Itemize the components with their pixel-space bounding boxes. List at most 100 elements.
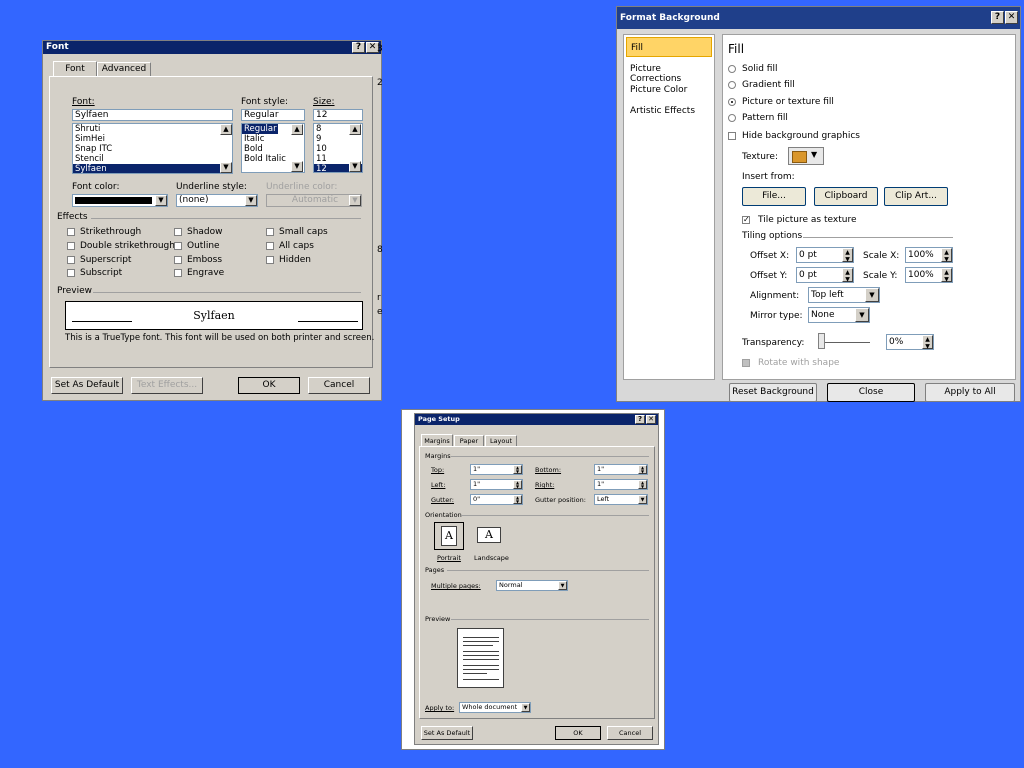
scroll-up-icon[interactable]: ▲ bbox=[349, 124, 361, 135]
list-item[interactable]: 10 bbox=[314, 144, 362, 154]
clip-art-button[interactable]: Clip Art... bbox=[884, 187, 948, 206]
top-spinner[interactable]: ▲ ▼ bbox=[513, 465, 522, 474]
hide-graphics-checkbox[interactable] bbox=[728, 132, 736, 140]
clipboard-button[interactable]: Clipboard bbox=[814, 187, 878, 206]
tab-font[interactable]: Font bbox=[53, 61, 97, 77]
font-name-input[interactable]: Sylfaen bbox=[72, 109, 233, 121]
list-item[interactable]: SimHei bbox=[73, 134, 232, 144]
tab-advanced[interactable]: Advanced bbox=[97, 62, 151, 76]
tab-paper[interactable]: Paper bbox=[454, 435, 484, 446]
gradient-fill-radio[interactable] bbox=[728, 81, 736, 89]
transparency-slider-thumb[interactable] bbox=[818, 333, 825, 349]
font-color-label: Font color: bbox=[72, 182, 120, 192]
right-spinner[interactable]: ▲ ▼ bbox=[638, 480, 647, 489]
emboss-checkbox[interactable] bbox=[174, 256, 182, 264]
subscript-checkbox[interactable] bbox=[67, 269, 75, 277]
transparency-spinner[interactable]: ▲ ▼ bbox=[922, 335, 933, 350]
fill-pane: Fill Solid fill Gradient fill Picture or… bbox=[722, 34, 1016, 380]
preview-label: Preview bbox=[57, 286, 93, 296]
list-item[interactable]: Shruti bbox=[73, 124, 232, 134]
set-default-button[interactable]: Set As Default bbox=[51, 377, 123, 394]
nav-item-picture-color[interactable]: Picture Color bbox=[630, 85, 687, 95]
cancel-button[interactable]: Cancel bbox=[607, 726, 653, 740]
scale-x-spinner[interactable]: ▲ ▼ bbox=[941, 248, 952, 263]
scroll-down-icon[interactable]: ▼ bbox=[220, 162, 232, 173]
chevron-down-icon[interactable]: ▼ bbox=[865, 288, 879, 302]
ok-button[interactable]: OK bbox=[238, 377, 300, 394]
preview-line bbox=[463, 651, 499, 652]
nav-item-artistic-effects[interactable]: Artistic Effects bbox=[630, 106, 695, 116]
alignment-label: Alignment: bbox=[750, 291, 800, 301]
close-icon[interactable]: ✕ bbox=[1005, 11, 1018, 24]
chevron-down-icon[interactable]: ▼ bbox=[638, 495, 647, 504]
list-item[interactable]: Snap ITC bbox=[73, 144, 232, 154]
ok-button[interactable]: OK bbox=[555, 726, 601, 740]
file-button[interactable]: File... bbox=[742, 187, 806, 206]
effect-label: Double strikethrough bbox=[80, 241, 175, 251]
pattern-fill-radio[interactable] bbox=[728, 114, 736, 122]
scroll-up-icon[interactable]: ▲ bbox=[291, 124, 303, 135]
close-icon[interactable]: ✕ bbox=[646, 415, 656, 424]
preview-line bbox=[463, 637, 499, 638]
list-item[interactable]: 9 bbox=[314, 134, 362, 144]
list-item[interactable]: Italic bbox=[242, 134, 304, 144]
cancel-button[interactable]: Cancel bbox=[308, 377, 370, 394]
transparency-slider-track[interactable] bbox=[818, 342, 870, 343]
scroll-down-icon[interactable]: ▼ bbox=[291, 161, 303, 172]
help-icon[interactable]: ? bbox=[991, 11, 1004, 24]
help-icon[interactable]: ? bbox=[635, 415, 645, 424]
reset-background-button[interactable]: Reset Background bbox=[729, 383, 817, 402]
bottom-spinner[interactable]: ▲ ▼ bbox=[638, 465, 647, 474]
list-item[interactable]: Bold bbox=[242, 144, 304, 154]
engrave-checkbox[interactable] bbox=[174, 269, 182, 277]
chevron-down-icon[interactable]: ▼ bbox=[521, 703, 530, 712]
format-background-titlebar: Format Background ? ✕ bbox=[617, 7, 1020, 29]
chevron-down-icon[interactable]: ▼ bbox=[155, 195, 167, 206]
list-item[interactable]: Stencil bbox=[73, 154, 232, 164]
strikethrough-checkbox[interactable] bbox=[67, 228, 75, 236]
solid-fill-radio[interactable] bbox=[728, 65, 736, 73]
preview-line bbox=[463, 655, 499, 656]
insert-from-label: Insert from: bbox=[742, 172, 795, 182]
scroll-down-icon[interactable]: ▼ bbox=[349, 161, 361, 172]
tile-checkbox[interactable]: ✓ bbox=[742, 216, 750, 224]
gutter-spinner[interactable]: ▲ ▼ bbox=[513, 495, 522, 504]
hidden-checkbox[interactable] bbox=[266, 256, 274, 264]
scale-y-spinner[interactable]: ▲ ▼ bbox=[941, 268, 952, 283]
list-item-selected[interactable]: Sylfaen bbox=[73, 164, 232, 173]
size-input[interactable]: 12 bbox=[313, 109, 363, 121]
nav-item-picture-corrections[interactable]: Picture Corrections bbox=[630, 64, 714, 84]
picture-fill-radio[interactable] bbox=[728, 98, 736, 106]
scale-x-label: Scale X: bbox=[863, 251, 900, 261]
scroll-up-icon[interactable]: ▲ bbox=[220, 124, 232, 135]
truetype-note: This is a TrueType font. This font will … bbox=[65, 333, 375, 343]
font-color-dropdown[interactable] bbox=[72, 194, 168, 207]
nav-item-fill[interactable]: Fill bbox=[626, 37, 712, 57]
offset-y-spinner[interactable]: ▲ ▼ bbox=[842, 268, 853, 283]
left-spinner[interactable]: ▲ ▼ bbox=[513, 480, 522, 489]
close-button[interactable]: Close bbox=[827, 383, 915, 402]
double-strikethrough-checkbox[interactable] bbox=[67, 242, 75, 250]
shadow-checkbox[interactable] bbox=[174, 228, 182, 236]
set-default-button[interactable]: Set As Default bbox=[421, 726, 473, 740]
chevron-down-icon[interactable]: ▼ bbox=[245, 195, 257, 206]
font-style-input[interactable]: Regular bbox=[241, 109, 305, 121]
chevron-down-icon[interactable]: ▼ bbox=[558, 581, 567, 590]
apply-to-all-button[interactable]: Apply to All bbox=[925, 383, 1015, 402]
all-caps-checkbox[interactable] bbox=[266, 242, 274, 250]
font-name-list[interactable]: Shruti SimHei Snap ITC Stencil Sylfaen bbox=[72, 123, 233, 174]
chevron-down-icon[interactable]: ▼ bbox=[855, 308, 869, 322]
preview-divider bbox=[451, 619, 649, 620]
offset-x-spinner[interactable]: ▲ ▼ bbox=[842, 248, 853, 263]
superscript-checkbox[interactable] bbox=[67, 256, 75, 264]
texture-dropdown[interactable]: ▼ bbox=[788, 147, 824, 165]
small-caps-checkbox[interactable] bbox=[266, 228, 274, 236]
help-icon[interactable]: ? bbox=[352, 42, 365, 53]
outline-checkbox[interactable] bbox=[174, 242, 182, 250]
portrait-button[interactable]: A bbox=[434, 522, 464, 550]
list-item-selected[interactable]: Regular bbox=[242, 124, 278, 134]
effect-label: Strikethrough bbox=[80, 227, 142, 237]
tab-layout[interactable]: Layout bbox=[485, 435, 517, 446]
landscape-button[interactable]: A bbox=[473, 522, 507, 550]
landscape-page-icon: A bbox=[477, 527, 501, 543]
